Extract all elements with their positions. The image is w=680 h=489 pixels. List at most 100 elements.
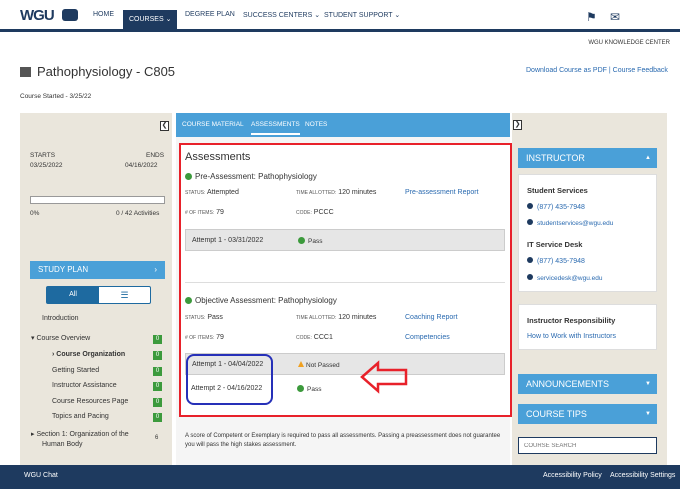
divider (185, 282, 505, 283)
accessibility-policy-link[interactable]: Accessibility Policy (543, 472, 602, 479)
ss-email-link[interactable]: studentservices@wgu.edu (527, 219, 613, 227)
progress-bar (30, 196, 165, 204)
chevron-up-icon: ▲ (645, 155, 651, 161)
tab-notes[interactable]: NOTES (305, 121, 327, 128)
study-item-topics-pacing[interactable]: Topics and Pacing (52, 413, 109, 420)
starts-label: STARTS (30, 152, 56, 159)
chevron-right-icon: › (154, 265, 157, 274)
chevron-right-icon: › (52, 351, 55, 358)
study-plan-header[interactable]: STUDY PLAN › (30, 261, 165, 279)
course-started: Course Started - 3/25/22 (20, 93, 92, 100)
attempt-row[interactable]: Attempt 1 - 03/31/2022 Pass (185, 229, 505, 251)
how-to-work-link[interactable]: How to Work with Instructors (527, 333, 616, 340)
instructor-header[interactable]: INSTRUCTOR ▲ (518, 148, 657, 168)
owl-logo-icon (62, 9, 78, 21)
check-circle-icon (298, 237, 305, 244)
ends-date: 04/16/2022 (125, 162, 158, 169)
progress-percent: 0% (30, 210, 40, 217)
nav-courses[interactable]: COURSES ⌄ (123, 10, 178, 32)
objective-assessment-name: Objective Assessment: Pathophysiology (185, 296, 337, 305)
nav-success-centers[interactable]: SUCCESS CENTERS ⌄ (243, 11, 320, 19)
instructor-card: Student Services (877) 435-7948 students… (518, 174, 657, 292)
obj-code: CODE: CCC1 (296, 334, 333, 341)
badge-count: 6 (155, 435, 159, 441)
study-item-instructor-assistance[interactable]: Instructor Assistance (52, 382, 117, 389)
badge-count: 0 (153, 351, 162, 360)
study-item-section-1[interactable]: ▸ Section 1: Organization of the (31, 430, 129, 438)
study-item-course-overview[interactable]: ▾ Course Overview (31, 334, 90, 342)
course-tips-header[interactable]: COURSE TIPS ▼ (518, 404, 657, 424)
responsibility-card: Instructor Responsibility How to Work wi… (518, 304, 657, 350)
mail-icon[interactable]: ✉ (610, 10, 620, 24)
badge-count: 0 (153, 413, 162, 422)
toggle-all-button[interactable]: All (47, 287, 99, 303)
study-item-course-resources[interactable]: Course Resources Page (52, 398, 128, 405)
chevron-down-icon: ▼ (645, 411, 651, 417)
obj-time: TIME ALLOTTED: 120 minutes (296, 314, 377, 321)
announcements-header[interactable]: ANNOUNCEMENTS ▼ (518, 374, 657, 394)
competencies-link[interactable]: Competencies (405, 334, 450, 341)
download-pdf-link[interactable]: Download Course as PDF (526, 67, 607, 74)
nav-home[interactable]: HOME (93, 11, 114, 18)
caret-right-icon: ▸ (31, 431, 35, 438)
pre-assessment-report-link[interactable]: Pre-assessment Report (405, 189, 479, 196)
arrow-left-annotation (360, 360, 408, 394)
course-search-input[interactable] (518, 437, 657, 454)
it-desk-title: IT Service Desk (527, 240, 583, 249)
ss-phone-link[interactable]: (877) 435-7948 (527, 203, 585, 211)
obj-items: # OF ITEMS: 79 (185, 334, 224, 341)
tab-course-material[interactable]: COURSE MATERIAL (182, 121, 244, 128)
check-circle-icon (297, 385, 304, 392)
it-phone-link[interactable]: (877) 435-7948 (527, 257, 585, 265)
study-item-course-organization[interactable]: › Course Organization (52, 351, 125, 358)
attempt-result: Pass (297, 385, 321, 393)
wgu-chat-button[interactable]: WGU Chat (24, 472, 58, 479)
bottom-bar: WGU Chat Accessibility Policy Accessibil… (0, 465, 680, 489)
pre-items: # OF ITEMS: 79 (185, 209, 224, 216)
activities-count: 0 / 42 Activities (116, 210, 160, 217)
badge-count: 0 (153, 382, 162, 391)
accessibility-settings-link[interactable]: Accessibility Settings (610, 472, 675, 479)
collapse-right-icon[interactable]: ❯ (513, 120, 522, 130)
ends-label: ENDS (146, 152, 165, 159)
collapse-left-icon[interactable]: ❮ (160, 121, 169, 131)
study-item-introduction[interactable]: Introduction (42, 315, 79, 322)
caret-down-icon: ▾ (31, 335, 35, 342)
chevron-down-icon: ⌄ (394, 12, 401, 19)
study-item-getting-started[interactable]: Getting Started (52, 367, 99, 374)
content-tabs: COURSE MATERIAL ASSESSMENTS NOTES (176, 113, 510, 137)
chevron-down-icon: ⌄ (165, 16, 172, 23)
chevron-down-icon: ⌄ (314, 12, 321, 19)
tab-assessments[interactable]: ASSESSMENTS (251, 121, 300, 135)
email-icon (527, 219, 533, 225)
chevron-down-icon: ▼ (645, 381, 651, 387)
responsibility-title: Instructor Responsibility (527, 316, 616, 325)
knowledge-center-link[interactable]: WGU KNOWLEDGE CENTER (588, 40, 670, 46)
it-email-link[interactable]: servicedesk@wgu.edu (527, 274, 603, 282)
top-nav: WGU HOME COURSES ⌄ DEGREE PLAN SUCCESS C… (0, 0, 680, 32)
wgu-logo[interactable]: WGU (20, 7, 55, 24)
badge-count: 0 (153, 367, 162, 376)
student-services-title: Student Services (527, 186, 588, 195)
book-icon (20, 67, 31, 77)
starts-date: 03/25/2022 (30, 162, 63, 169)
nav-degree-plan[interactable]: DEGREE PLAN (185, 11, 235, 18)
course-feedback-link[interactable]: Course Feedback (613, 67, 668, 74)
check-circle-icon (185, 173, 192, 180)
highlight-box-blue (186, 354, 273, 405)
phone-icon (527, 257, 533, 263)
course-links: Download Course as PDF | Course Feedback (526, 67, 668, 74)
badge-count: 0 (153, 398, 162, 407)
view-toggle: All ☰ (46, 286, 151, 304)
course-title: Pathophysiology - C805 (20, 64, 175, 79)
badge-count: 0 (153, 335, 162, 344)
check-circle-icon (185, 297, 192, 304)
obj-status: STATUS: Pass (185, 314, 223, 321)
nav-student-support[interactable]: STUDENT SUPPORT ⌄ (324, 11, 400, 19)
coaching-report-link[interactable]: Coaching Report (405, 314, 458, 321)
warning-icon (298, 361, 304, 367)
list-icon[interactable]: ☰ (99, 287, 150, 303)
flag-icon[interactable]: ⚑ (586, 10, 597, 24)
assessment-disclaimer: A score of Competent or Exemplary is req… (185, 433, 501, 448)
phone-icon (527, 203, 533, 209)
